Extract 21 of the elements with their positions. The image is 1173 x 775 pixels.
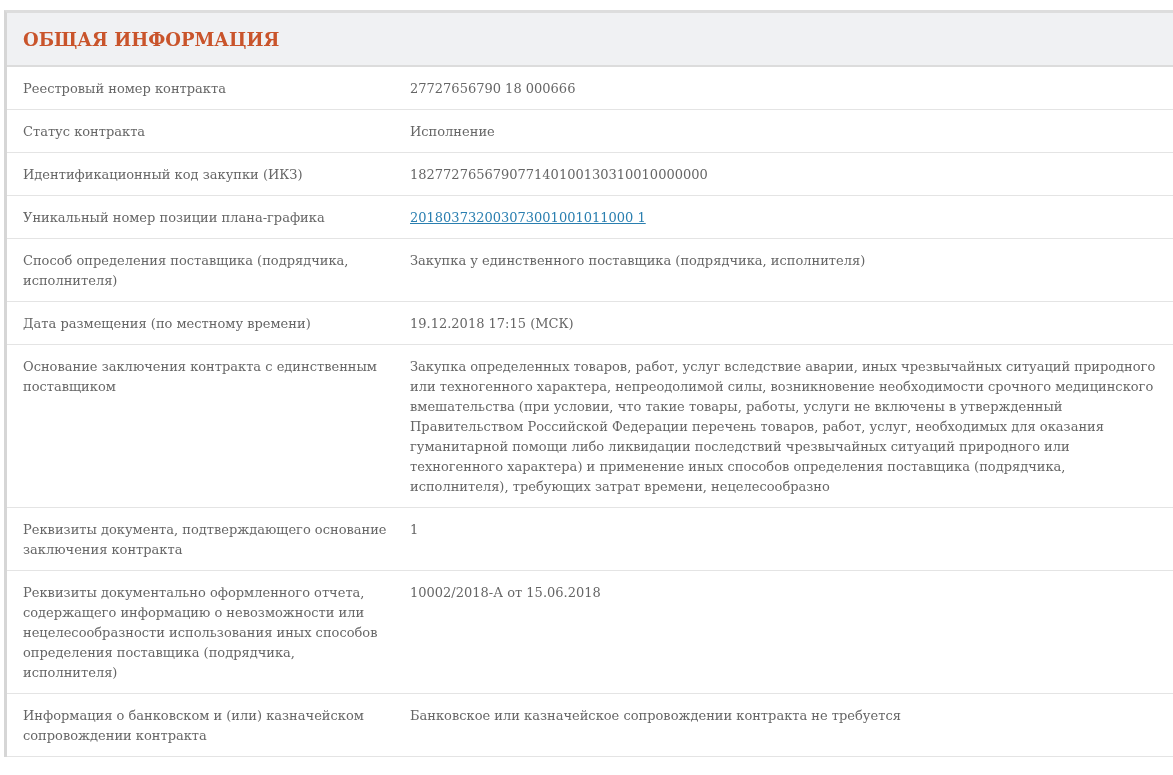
field-value: 10002/2018-А от 15.06.2018 [410, 584, 602, 602]
field-value: Исполнение [410, 123, 496, 141]
field-value: 1 [410, 521, 420, 539]
field-label: Информация о банковском и (или) казначейском сопровождении контракта [23, 707, 365, 745]
field-label: Реестровый номер контракта [23, 80, 227, 98]
field-link[interactable]: 201803732003073001001011000 1 [410, 208, 1173, 228]
field-label: Статус контракта [23, 123, 147, 141]
field-label: Дата размещения (по местному времени) [23, 315, 312, 333]
field-value: 182772765679077140100130310010000000 [410, 166, 709, 184]
field-value: Банковское или казначейское сопровождении контракта не требуется [410, 707, 902, 725]
field-label: Реквизиты документально оформленного отчета, содержащего информацию о невозможности или нецелесообразности использования иных способов определения поставщика (подрядчика, исполнителя) [23, 584, 379, 682]
field-value: 27727656790 18 000666 [410, 80, 577, 98]
field-value: Закупка определенных товаров, работ, услуг вследствие аварии, иных чрезвычайных ситуаций природного или техногенного характера, непреодолимой силы, возникновение необходимости срочного медицинского вмешательства (при условии, что такие товары, работы, услуги не включены в утвержденный Правительством Российской Федерации перечень товаров, работ, услуг, необходимых для оказания гуманитарной помощи либо ликвидации последствий чрезвычайных ситуаций природного или техногенного характера) и применение иных способов определения поставщика (подрядчика, исполнителя), требующих затрат времени, нецелесообразно [410, 358, 1157, 496]
field-value: 19.12.2018 17:15 (МСК) [410, 315, 575, 333]
field-label: Идентификационный код закупки (ИКЗ) [23, 166, 304, 184]
field-label: Основание заключения контракта с единственным поставщиком [23, 358, 378, 396]
field-value: Закупка у единственного поставщика (подрядчика, исполнителя) [410, 252, 867, 270]
field-label: Реквизиты документа, подтверждающего основание заключения контракта [23, 521, 388, 559]
field-label: Способ определения поставщика (подрядчика, исполнителя) [23, 252, 350, 290]
section-title: ОБЩАЯ ИНФОРМАЦИЯ [23, 28, 280, 50]
field-label: Уникальный номер позиции плана-графика [23, 209, 326, 227]
